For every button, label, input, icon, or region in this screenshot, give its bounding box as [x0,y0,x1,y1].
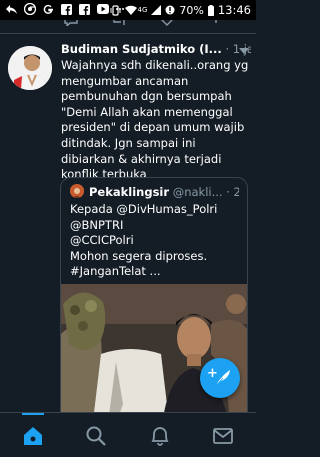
google-icon [43,4,53,14]
quoted-line: @CCICPolri [70,233,134,248]
quoted-line: #JanganTelat ... [70,264,161,279]
quoted-handle: @nakli... [172,185,223,199]
previous-tweet-actions [0,20,256,32]
messages-icon[interactable] [212,425,234,447]
quoted-line: @BNPTRI [70,217,124,232]
quoted-profile-photo [70,185,84,198]
network-type: 4G [137,6,148,14]
reply-icon[interactable] [64,20,78,26]
facebook-icon [79,3,90,15]
youtube-icon [97,4,109,14]
quoted-line: Kepada @DivHumas_Polri [70,202,218,216]
search-icon[interactable] [85,425,107,447]
signal-icon [151,5,162,15]
clock: 13:46 [217,3,251,17]
compose-tweet-button[interactable]: + [200,358,240,398]
system-status: 4G 70% 13:46 [110,3,251,17]
battery-percent: 70% [179,3,204,17]
profile-photo [8,46,52,90]
retweet-icon[interactable] [112,20,126,26]
facebook-icon [61,3,72,15]
status-bar: 4G 70% 13:46 [0,0,256,20]
chevron-down-icon[interactable] [239,48,249,54]
notifications-icon[interactable] [149,425,171,447]
quoted-author-name: Pekaklingsir [89,185,170,199]
avatar[interactable] [8,46,52,90]
notification-icons [6,3,124,15]
vibrate-icon [110,4,120,16]
chrome-icon [24,3,36,15]
quoted-line: Mohon segera diproses. [70,248,208,263]
timeline[interactable]: Budiman Sudjatmiko (I... · 1 jam Wajahny… [0,20,256,412]
share-icon[interactable] [209,20,223,26]
reply-arrow-icon [6,4,17,14]
quoted-header: Pekaklingsir @nakli... · 2 jam [89,185,239,199]
divider [0,33,256,34]
active-tab-indicator [22,413,44,415]
feather-icon [215,370,230,387]
battery-icon [207,4,214,16]
author-name[interactable]: Budiman Sudjatmiko (I... [61,42,222,56]
home-icon[interactable] [22,425,44,447]
battery-alert-icon [165,5,175,15]
bottom-navigation [0,412,256,457]
tweet-header[interactable]: Budiman Sudjatmiko (I... · 1 jam [61,42,251,58]
like-icon[interactable] [160,20,174,26]
wifi-icon [124,5,137,15]
quoted-avatar[interactable] [70,184,84,198]
quoted-timestamp: · 2 jam [226,185,239,199]
tweet-text: Wajahnya sdh dikenali..orang yg mengumba… [61,58,249,182]
quoted-text: Kepada @DivHumas_Polri @BNPTRI @CCICPolr… [70,202,242,280]
